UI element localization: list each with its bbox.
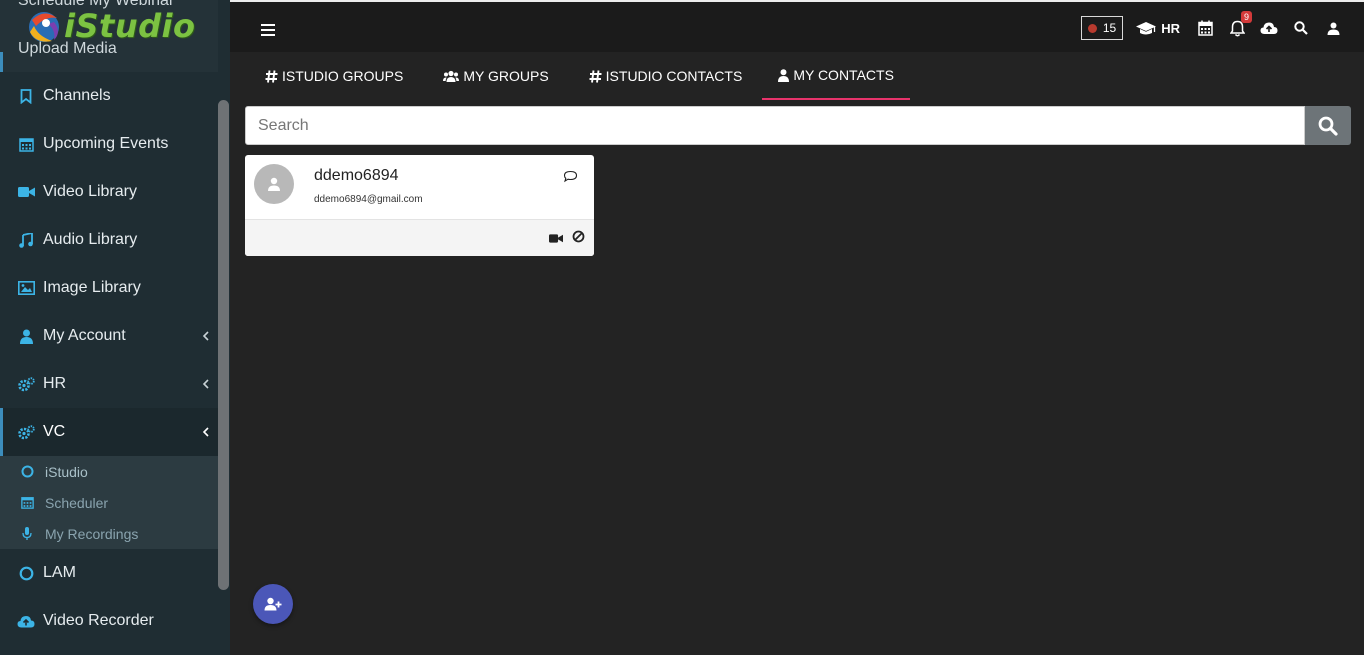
cogs-icon <box>17 423 35 441</box>
block-icon[interactable] <box>572 230 585 248</box>
hash-icon <box>265 69 278 83</box>
calendar-icon[interactable] <box>1196 19 1214 37</box>
circle-icon <box>20 465 34 479</box>
tab-istudio-groups[interactable]: ISTUDIO GROUPS <box>245 52 423 100</box>
header-actions: 15 HR 9 <box>1080 2 1364 54</box>
active-indicator <box>0 52 3 72</box>
sidebar-item-upcoming-events[interactable]: Upcoming Events <box>0 120 218 168</box>
sidebar-item-label: Image Library <box>43 279 141 296</box>
tab-label: MY GROUPS <box>463 68 549 84</box>
sidebar-item-label: VC <box>43 423 66 440</box>
sidebar-item-label: LAM <box>43 564 76 581</box>
submenu-item-my-recordings[interactable]: My Recordings <box>0 518 218 549</box>
sidebar-scrollbar[interactable] <box>218 100 229 590</box>
recording-count: 15 <box>1102 21 1117 35</box>
search-input[interactable] <box>245 106 1305 145</box>
app-logo[interactable]: iStudio <box>0 0 230 52</box>
record-dot-icon <box>1087 23 1097 33</box>
user-plus-icon <box>264 597 282 611</box>
contact-name: ddemo6894 <box>314 167 399 184</box>
microphone-icon <box>20 526 34 541</box>
sidebar-item-channels[interactable]: Channels <box>0 72 218 120</box>
tab-istudio-contacts[interactable]: ISTUDIO CONTACTS <box>569 52 763 100</box>
sidebar-item-label: Audio Library <box>43 231 138 248</box>
logo-mark-icon <box>24 6 64 46</box>
sidebar-nav: Channels Upcoming Events Video Library A… <box>0 72 218 645</box>
bookmark-icon <box>17 87 35 105</box>
notification-count: 9 <box>1240 11 1252 23</box>
hr-button[interactable]: HR <box>1135 21 1180 36</box>
sidebar-item-lam[interactable]: LAM <box>0 549 218 597</box>
contact-tabs: ISTUDIO GROUPS MY GROUPS ISTUDIO CONTACT… <box>245 52 910 100</box>
sidebar-item-my-account[interactable]: My Account <box>0 312 218 360</box>
calendar-icon <box>20 496 34 510</box>
user-icon <box>17 327 35 345</box>
image-icon <box>17 279 35 297</box>
chevron-left-icon <box>200 377 212 389</box>
hr-label: HR <box>1161 20 1180 36</box>
submenu-item-istudio[interactable]: iStudio <box>0 456 218 487</box>
sidebar-item-label: Video Recorder <box>43 612 154 629</box>
sidebar-item-video-recorder[interactable]: Video Recorder <box>0 597 218 645</box>
app-root: Schedule My Webinar Upload Media iStudio <box>0 0 1364 655</box>
cogs-icon <box>17 375 35 393</box>
submenu-item-scheduler[interactable]: Scheduler <box>0 487 218 518</box>
video-call-icon[interactable] <box>549 231 563 249</box>
search-button[interactable] <box>1305 106 1351 145</box>
submenu-item-label: My Recordings <box>45 525 139 542</box>
sidebar-item-label: HR <box>43 375 67 392</box>
user-icon <box>778 68 790 82</box>
contact-email: ddemo6894@gmail.com <box>314 194 423 205</box>
chat-icon[interactable] <box>563 170 578 188</box>
tab-label: ISTUDIO GROUPS <box>282 68 404 84</box>
video-icon <box>17 183 35 201</box>
sidebar-item-video-library[interactable]: Video Library <box>0 168 218 216</box>
sidebar-item-hr[interactable]: HR <box>0 360 218 408</box>
sidebar-item-audio-library[interactable]: Audio Library <box>0 216 218 264</box>
music-icon <box>17 231 35 249</box>
sidebar-item-image-library[interactable]: Image Library <box>0 264 218 312</box>
contact-card: ddemo6894 ddemo6894@gmail.com <box>245 155 594 256</box>
sidebar-item-label: Channels <box>43 87 111 104</box>
search-icon <box>1318 116 1338 136</box>
sidebar-item-label: Video Library <box>43 183 137 200</box>
add-contact-button[interactable] <box>253 584 293 624</box>
circle-icon <box>17 564 35 582</box>
menu-toggle-icon[interactable] <box>261 24 275 36</box>
user-icon[interactable] <box>1324 19 1342 37</box>
cloud-upload-icon[interactable] <box>1260 19 1278 37</box>
contact-card-footer <box>245 219 594 256</box>
user-icon <box>268 177 280 191</box>
sidebar: Schedule My Webinar Upload Media iStudio <box>0 0 230 655</box>
tab-label: MY CONTACTS <box>793 67 894 83</box>
sidebar-item-label: Upcoming Events <box>43 135 169 152</box>
tab-my-groups[interactable]: MY GROUPS <box>423 52 568 100</box>
hash-icon <box>589 69 602 83</box>
sidebar-item-label: My Account <box>43 327 126 344</box>
users-icon <box>443 70 460 83</box>
avatar <box>254 164 294 204</box>
submenu-item-label: iStudio <box>45 463 88 480</box>
calendar-icon <box>17 135 35 153</box>
sidebar-item-vc[interactable]: VC <box>0 408 218 456</box>
logo-text: iStudio <box>64 7 196 45</box>
cloud-upload-icon <box>17 612 35 630</box>
tab-my-contacts[interactable]: MY CONTACTS <box>762 52 910 100</box>
graduation-cap-icon <box>1136 21 1157 34</box>
chevron-left-icon <box>200 329 212 341</box>
chevron-left-icon <box>200 425 212 437</box>
submenu-item-label: Scheduler <box>45 494 109 511</box>
search-icon[interactable] <box>1292 19 1310 37</box>
recording-badge[interactable]: 15 <box>1080 16 1124 40</box>
vc-submenu: iStudio Scheduler My Recordings <box>0 456 218 549</box>
tab-label: ISTUDIO CONTACTS <box>605 68 743 84</box>
top-header: 15 HR 9 <box>230 0 1364 52</box>
bell-icon[interactable]: 9 <box>1228 11 1252 37</box>
